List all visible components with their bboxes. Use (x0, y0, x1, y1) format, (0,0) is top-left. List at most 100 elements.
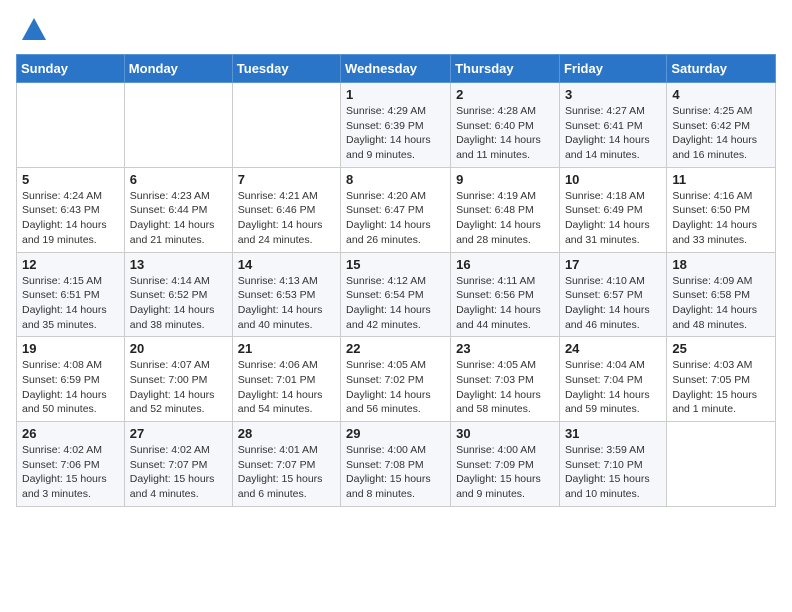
day-number: 17 (565, 257, 661, 272)
day-info: Sunrise: 4:12 AM Sunset: 6:54 PM Dayligh… (346, 274, 445, 333)
calendar-table: SundayMondayTuesdayWednesdayThursdayFrid… (16, 54, 776, 507)
calendar-cell: 27 Sunrise: 4:02 AM Sunset: 7:07 PM Dayli… (124, 422, 232, 507)
day-info: Sunrise: 4:02 AM Sunset: 7:07 PM Dayligh… (130, 443, 227, 502)
calendar-cell: 25 Sunrise: 4:03 AM Sunset: 7:05 PM Dayli… (667, 337, 776, 422)
day-info: Sunrise: 4:16 AM Sunset: 6:50 PM Dayligh… (672, 189, 770, 248)
calendar-cell: 15 Sunrise: 4:12 AM Sunset: 6:54 PM Dayli… (341, 252, 451, 337)
calendar-cell: 31 Sunrise: 3:59 AM Sunset: 7:10 PM Dayli… (559, 422, 666, 507)
day-info: Sunrise: 4:06 AM Sunset: 7:01 PM Dayligh… (238, 358, 335, 417)
header-friday: Friday (559, 55, 666, 83)
calendar-cell: 10 Sunrise: 4:18 AM Sunset: 6:49 PM Dayli… (559, 167, 666, 252)
calendar-cell (232, 83, 340, 168)
calendar-cell: 20Sunrise: 4:07 AM Sunset: 7:00 PM Dayli… (124, 337, 232, 422)
day-number: 23 (456, 341, 554, 356)
day-info: Sunrise: 4:18 AM Sunset: 6:49 PM Dayligh… (565, 189, 661, 248)
day-number: 13 (130, 257, 227, 272)
day-number: 16 (456, 257, 554, 272)
day-number: 24 (565, 341, 661, 356)
day-number: 30 (456, 426, 554, 441)
day-number: 4 (672, 87, 770, 102)
header-tuesday: Tuesday (232, 55, 340, 83)
day-number: 11 (672, 172, 770, 187)
calendar-cell: 1Sunrise: 4:29 AM Sunset: 6:39 PM Daylig… (341, 83, 451, 168)
calendar-cell: 22 Sunrise: 4:05 AM Sunset: 7:02 PM Dayli… (341, 337, 451, 422)
day-info: Sunrise: 4:11 AM Sunset: 6:56 PM Dayligh… (456, 274, 554, 333)
calendar-cell: 21 Sunrise: 4:06 AM Sunset: 7:01 PM Dayli… (232, 337, 340, 422)
day-number: 25 (672, 341, 770, 356)
week-row-4: 19Sunrise: 4:08 AM Sunset: 6:59 PM Dayli… (17, 337, 776, 422)
day-number: 6 (130, 172, 227, 187)
day-info: Sunrise: 4:20 AM Sunset: 6:47 PM Dayligh… (346, 189, 445, 248)
calendar-cell: 16 Sunrise: 4:11 AM Sunset: 6:56 PM Dayli… (451, 252, 560, 337)
logo (16, 16, 48, 44)
day-number: 10 (565, 172, 661, 187)
day-number: 21 (238, 341, 335, 356)
day-info: Sunrise: 4:25 AM Sunset: 6:42 PM Dayligh… (672, 104, 770, 163)
day-info: Sunrise: 4:03 AM Sunset: 7:05 PM Dayligh… (672, 358, 770, 417)
calendar-cell (124, 83, 232, 168)
day-info: Sunrise: 4:24 AM Sunset: 6:43 PM Dayligh… (22, 189, 119, 248)
day-info: Sunrise: 4:14 AM Sunset: 6:52 PM Dayligh… (130, 274, 227, 333)
logo-icon (20, 16, 48, 44)
week-row-1: 1Sunrise: 4:29 AM Sunset: 6:39 PM Daylig… (17, 83, 776, 168)
day-number: 27 (130, 426, 227, 441)
day-number: 5 (22, 172, 119, 187)
calendar-cell: 4 Sunrise: 4:25 AM Sunset: 6:42 PM Daylig… (667, 83, 776, 168)
calendar-cell: 26 Sunrise: 4:02 AM Sunset: 7:06 PM Dayli… (17, 422, 125, 507)
day-info: Sunrise: 4:10 AM Sunset: 6:57 PM Dayligh… (565, 274, 661, 333)
day-number: 14 (238, 257, 335, 272)
header-wednesday: Wednesday (341, 55, 451, 83)
day-info: Sunrise: 4:23 AM Sunset: 6:44 PM Dayligh… (130, 189, 227, 248)
calendar-cell: 19Sunrise: 4:08 AM Sunset: 6:59 PM Dayli… (17, 337, 125, 422)
day-info: Sunrise: 4:13 AM Sunset: 6:53 PM Dayligh… (238, 274, 335, 333)
day-info: Sunrise: 3:59 AM Sunset: 7:10 PM Dayligh… (565, 443, 661, 502)
day-number: 12 (22, 257, 119, 272)
day-number: 15 (346, 257, 445, 272)
day-info: Sunrise: 4:00 AM Sunset: 7:08 PM Dayligh… (346, 443, 445, 502)
header-sunday: Sunday (17, 55, 125, 83)
day-info: Sunrise: 4:21 AM Sunset: 6:46 PM Dayligh… (238, 189, 335, 248)
day-number: 8 (346, 172, 445, 187)
day-number: 18 (672, 257, 770, 272)
day-info: Sunrise: 4:04 AM Sunset: 7:04 PM Dayligh… (565, 358, 661, 417)
calendar-cell: 9Sunrise: 4:19 AM Sunset: 6:48 PM Daylig… (451, 167, 560, 252)
day-info: Sunrise: 4:07 AM Sunset: 7:00 PM Dayligh… (130, 358, 227, 417)
day-info: Sunrise: 4:28 AM Sunset: 6:40 PM Dayligh… (456, 104, 554, 163)
day-info: Sunrise: 4:00 AM Sunset: 7:09 PM Dayligh… (456, 443, 554, 502)
week-row-3: 12 Sunrise: 4:15 AM Sunset: 6:51 PM Dayli… (17, 252, 776, 337)
calendar-cell: 7Sunrise: 4:21 AM Sunset: 6:46 PM Daylig… (232, 167, 340, 252)
calendar-cell: 8 Sunrise: 4:20 AM Sunset: 6:47 PM Daylig… (341, 167, 451, 252)
calendar-cell: 12 Sunrise: 4:15 AM Sunset: 6:51 PM Dayli… (17, 252, 125, 337)
calendar-cell: 17 Sunrise: 4:10 AM Sunset: 6:57 PM Dayli… (559, 252, 666, 337)
day-info: Sunrise: 4:19 AM Sunset: 6:48 PM Dayligh… (456, 189, 554, 248)
calendar-cell: 5 Sunrise: 4:24 AM Sunset: 6:43 PM Daylig… (17, 167, 125, 252)
day-info: Sunrise: 4:02 AM Sunset: 7:06 PM Dayligh… (22, 443, 119, 502)
calendar-cell: 14 Sunrise: 4:13 AM Sunset: 6:53 PM Dayli… (232, 252, 340, 337)
calendar-cell: 2Sunrise: 4:28 AM Sunset: 6:40 PM Daylig… (451, 83, 560, 168)
header-thursday: Thursday (451, 55, 560, 83)
day-number: 3 (565, 87, 661, 102)
calendar-cell: 29Sunrise: 4:00 AM Sunset: 7:08 PM Dayli… (341, 422, 451, 507)
calendar-cell: 23 Sunrise: 4:05 AM Sunset: 7:03 PM Dayli… (451, 337, 560, 422)
day-info: Sunrise: 4:27 AM Sunset: 6:41 PM Dayligh… (565, 104, 661, 163)
day-number: 26 (22, 426, 119, 441)
day-number: 22 (346, 341, 445, 356)
day-number: 1 (346, 87, 445, 102)
calendar-cell: 13 Sunrise: 4:14 AM Sunset: 6:52 PM Dayli… (124, 252, 232, 337)
week-row-2: 5 Sunrise: 4:24 AM Sunset: 6:43 PM Daylig… (17, 167, 776, 252)
day-info: Sunrise: 4:15 AM Sunset: 6:51 PM Dayligh… (22, 274, 119, 333)
header-saturday: Saturday (667, 55, 776, 83)
header-monday: Monday (124, 55, 232, 83)
week-row-5: 26 Sunrise: 4:02 AM Sunset: 7:06 PM Dayli… (17, 422, 776, 507)
day-number: 31 (565, 426, 661, 441)
calendar-cell: 6 Sunrise: 4:23 AM Sunset: 6:44 PM Daylig… (124, 167, 232, 252)
calendar-cell: 11 Sunrise: 4:16 AM Sunset: 6:50 PM Dayli… (667, 167, 776, 252)
header-row: SundayMondayTuesdayWednesdayThursdayFrid… (17, 55, 776, 83)
calendar-cell (667, 422, 776, 507)
calendar-cell: 28Sunrise: 4:01 AM Sunset: 7:07 PM Dayli… (232, 422, 340, 507)
page-header (16, 16, 776, 44)
day-info: Sunrise: 4:05 AM Sunset: 7:03 PM Dayligh… (456, 358, 554, 417)
calendar-cell: 24 Sunrise: 4:04 AM Sunset: 7:04 PM Dayli… (559, 337, 666, 422)
day-number: 28 (238, 426, 335, 441)
day-info: Sunrise: 4:05 AM Sunset: 7:02 PM Dayligh… (346, 358, 445, 417)
